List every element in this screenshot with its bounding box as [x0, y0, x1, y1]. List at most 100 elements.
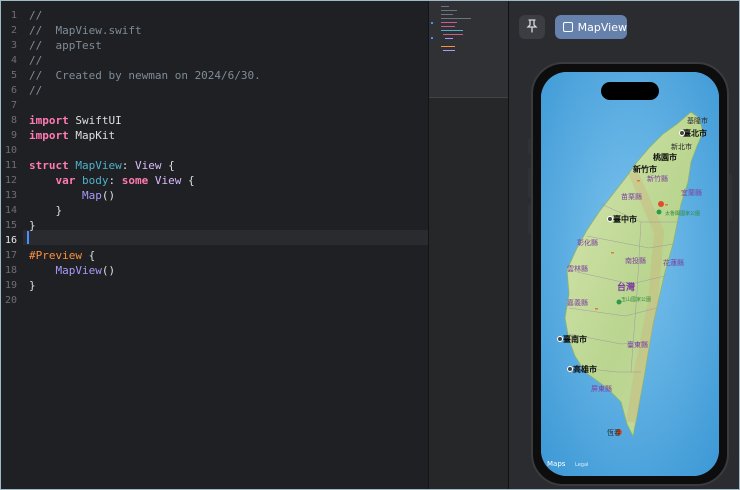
line-number: 13	[4, 190, 17, 201]
map-label-yunlin[interactable]: 雲林縣	[567, 264, 588, 274]
code-token: import	[29, 129, 69, 142]
code-token: SwiftUI	[68, 114, 122, 127]
line-number: 18	[4, 265, 17, 276]
line-number: 6	[10, 85, 17, 96]
code-token: :	[108, 174, 122, 187]
map-label-chiayi[interactable]: 嘉義縣	[567, 298, 588, 308]
volume-up-button	[528, 168, 531, 198]
code-line: struct MapView: View {	[29, 158, 261, 173]
code-line: //	[29, 8, 261, 23]
map-label-pingtung[interactable]: 屏東縣	[591, 384, 612, 394]
code-token: // appTest	[29, 39, 102, 52]
code-lines: // // MapView.swift // appTest // // Created…	[29, 8, 261, 308]
code-token: some	[121, 174, 149, 187]
pin-preview-button[interactable]	[519, 15, 545, 39]
line-number: 3	[10, 40, 17, 51]
line-number: 14	[4, 205, 17, 216]
volume-down-button	[528, 204, 531, 234]
map-view[interactable]: 臺北市 新北市 基隆市 桃園市 新竹市 新竹縣 苗栗縣 宜蘭縣 臺中市 彰化縣 …	[541, 72, 719, 476]
line-number: 7	[10, 100, 17, 111]
code-line: Map()	[29, 188, 261, 203]
line-number: 5	[10, 70, 17, 81]
code-line: // Created by newman on 2024/6/30.	[29, 68, 261, 83]
code-token: MapView	[55, 264, 102, 277]
code-line: MapView()	[29, 263, 261, 278]
line-number: 9	[10, 130, 17, 141]
xcode-window: 1 2 3 4 5 6 7 8 9 10 11 12 13 14 15 16 17 18 19 20 //// Map…	[0, 0, 740, 490]
line-number: 1	[10, 10, 17, 21]
line-number: 8	[10, 115, 17, 126]
line-number: 19	[4, 280, 17, 291]
preview-chip-label: MapView	[577, 20, 627, 34]
map-label-miaoli[interactable]: 苗栗縣	[621, 192, 642, 202]
pin-icon	[526, 18, 538, 37]
code-line: var body: some View {	[29, 173, 261, 188]
map-label-changhua[interactable]: 彰化縣	[577, 238, 598, 248]
map-label-yushan[interactable]: 玉山國家公園	[621, 296, 651, 303]
map-label-taoyuan[interactable]: 桃園市	[653, 152, 677, 163]
line-number: 4	[10, 55, 17, 66]
code-line: ​	[29, 143, 261, 158]
code-line: }	[29, 218, 261, 233]
minimap-visible-region[interactable]	[429, 1, 509, 98]
city-dot-taipei	[679, 130, 685, 136]
map-label-hsinchu-county[interactable]: 新竹縣	[647, 174, 668, 184]
map-label-newtaipei[interactable]: 新北市	[671, 142, 692, 152]
code-token: //	[29, 54, 43, 67]
code-token: //	[29, 84, 43, 97]
maps-attribution[interactable]: Maps	[547, 460, 565, 468]
code-token: struct	[29, 159, 69, 172]
device-icon	[563, 22, 573, 32]
line-number: 20	[4, 295, 17, 306]
preview-selector-chip[interactable]: MapView	[555, 15, 627, 39]
line-number: 2	[10, 25, 17, 36]
code-token: {	[161, 159, 175, 172]
line-number: 12	[4, 175, 17, 186]
line-number-gutter: 1 2 3 4 5 6 7 8 9 10 11 12 13 14 15 16 17 18 19 20	[1, 1, 23, 489]
map-label-keelung[interactable]: 基隆市	[687, 116, 708, 126]
map-label-yilan[interactable]: 宜蘭縣	[681, 188, 702, 198]
code-line: // MapView.swift	[29, 23, 261, 38]
code-token: // MapView.swift	[29, 24, 142, 37]
source-editor[interactable]: // // MapView.swift // appTest // // Created…	[23, 1, 428, 489]
code-line: import MapKit	[29, 128, 261, 143]
code-token: :	[121, 159, 135, 172]
code-line: ​	[29, 293, 261, 308]
map-label-taipei[interactable]: 臺北市	[683, 128, 707, 139]
line-number: 17	[4, 250, 17, 261]
code-token: //	[29, 9, 43, 22]
code-line: }	[29, 278, 261, 293]
map-label-taichung[interactable]: 臺中市	[613, 214, 637, 225]
minimap[interactable]	[428, 1, 509, 489]
code-token: }	[29, 204, 63, 217]
map-label-taiwan[interactable]: 台灣	[617, 280, 635, 293]
city-dot-taichung	[607, 216, 613, 222]
map-label-kaohsiung[interactable]: 高雄市	[573, 364, 597, 375]
city-dot-tainan	[557, 336, 563, 342]
city-dot-kaohsiung	[567, 366, 573, 372]
code-token: // Created by newman on 2024/6/30.	[29, 69, 261, 82]
code-token: import	[29, 114, 69, 127]
map-label-hualien[interactable]: 花蓮縣	[663, 258, 684, 268]
dynamic-island	[601, 82, 659, 100]
map-label-tainan[interactable]: 臺南市	[563, 334, 587, 345]
code-line: ​	[29, 98, 261, 113]
map-label-hengchun[interactable]: 恆春	[607, 428, 621, 438]
code-line: }	[29, 203, 261, 218]
action-button	[528, 138, 531, 154]
map-label-taitung[interactable]: 臺東縣	[627, 340, 648, 350]
code-line: // appTest	[29, 38, 261, 53]
map-label-taroko[interactable]: 太魯閣國家公園	[665, 210, 700, 217]
code-token: var	[55, 174, 76, 187]
code-line: //	[29, 53, 261, 68]
line-number: 10	[4, 145, 17, 156]
map-label-nantou[interactable]: 南投縣	[625, 256, 646, 266]
side-button	[729, 174, 732, 220]
legal-link[interactable]: Legal	[575, 462, 588, 468]
line-number: 16	[4, 235, 17, 246]
